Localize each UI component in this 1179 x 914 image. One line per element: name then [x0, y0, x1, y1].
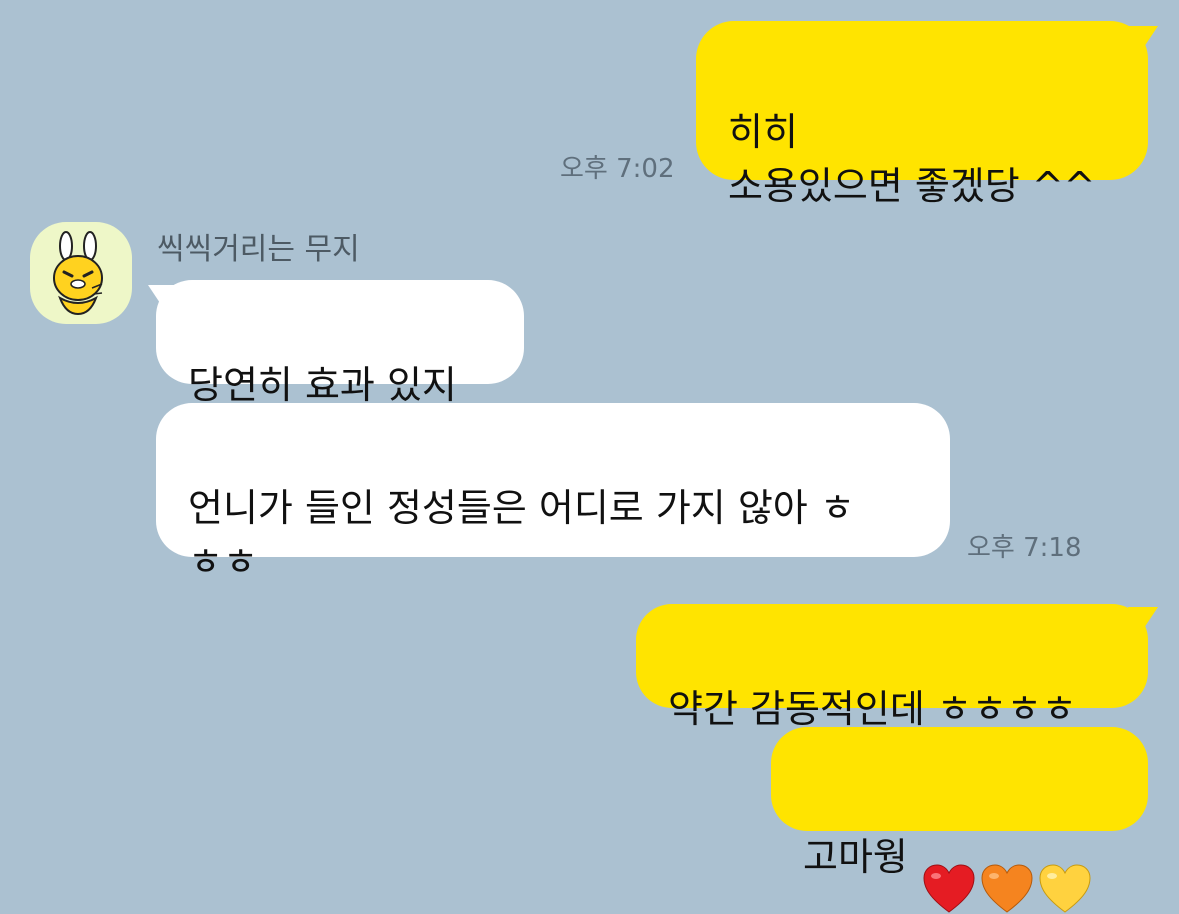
message-text: 당연히 효과 있지: [188, 363, 457, 407]
bubble-tail: [1128, 607, 1158, 637]
message-timestamp: 오후 7:18: [967, 533, 1082, 563]
sender-name: 씩씩거리는 무지: [157, 232, 360, 267]
yellow-heart-icon: [1039, 863, 1091, 913]
message-bubble-received[interactable]: 언니가 들인 정성들은 어디로 가지 않아 ㅎ ㅎㅎ: [156, 403, 950, 584]
muzi-character-icon: [53, 231, 103, 316]
emoji-group: [922, 805, 1096, 914]
message-bubble-sent[interactable]: 고마웡: [771, 727, 1148, 913]
message-timestamp: 오후 7:02: [560, 154, 675, 184]
message-text: 고마웡: [803, 834, 908, 879]
message-text: 히히 소용있으면 좋겠당 ^^: [728, 110, 1096, 208]
red-heart-icon: [923, 863, 975, 913]
message-bubble-sent[interactable]: 약간 감동적인데 ㅎㅎㅎㅎ: [636, 604, 1148, 731]
message-bubble-received[interactable]: 당연히 효과 있지: [156, 280, 524, 407]
avatar[interactable]: [30, 222, 132, 324]
message-text: 언니가 들인 정성들은 어디로 가지 않아 ㅎ ㅎㅎ: [188, 486, 855, 584]
bubble-tail: [1128, 26, 1158, 56]
message-text: 약간 감동적인데 ㅎㅎㅎㅎ: [668, 687, 1077, 731]
message-bubble-sent[interactable]: 히히 소용있으면 좋겠당 ^^: [696, 21, 1148, 208]
orange-heart-icon: [981, 863, 1033, 913]
